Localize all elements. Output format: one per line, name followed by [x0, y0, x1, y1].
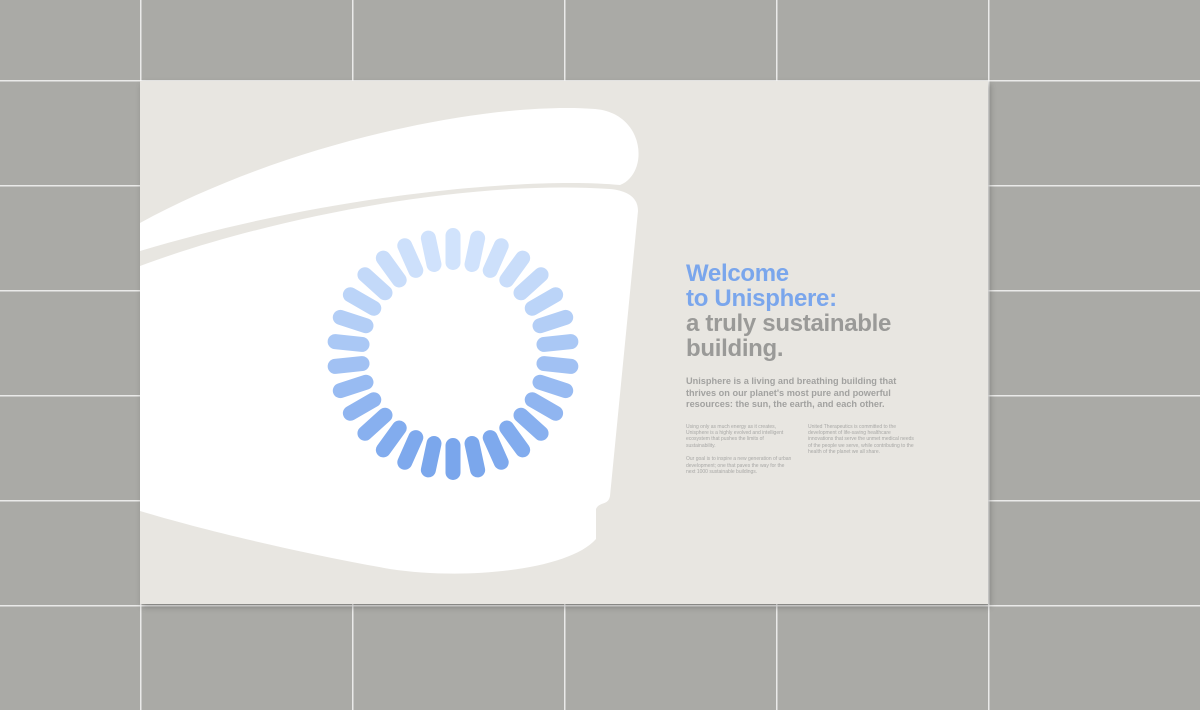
- body-left-paragraph-1: Using only as much energy as it creates,…: [686, 423, 784, 449]
- lead-paragraph: Unisphere is a living and breathing buil…: [686, 376, 897, 409]
- headline-line-1: Welcome: [686, 260, 789, 287]
- body-left-paragraph-2: Our goal is to inspire a new generation …: [686, 456, 792, 475]
- headline-line-4: building.: [686, 335, 784, 362]
- headline-line-2: to Unisphere:: [686, 285, 837, 312]
- building-body: [140, 187, 638, 574]
- body-column-right: United Therapeutics is committed to the …: [808, 424, 916, 483]
- body-columns: Using only as much energy as it creates,…: [686, 424, 916, 483]
- body-column-left: Using only as much energy as it creates,…: [686, 424, 794, 483]
- sign-panel: Welcome to Unisphere: a truly sustainabl…: [140, 81, 988, 604]
- sunburst-segment: [445, 228, 461, 270]
- sunburst-segment: [445, 438, 461, 480]
- body-right-paragraph-1: United Therapeutics is committed to the …: [808, 423, 914, 456]
- headline: Welcome to Unisphere: a truly sustainabl…: [686, 261, 946, 361]
- text-block: Welcome to Unisphere: a truly sustainabl…: [686, 261, 946, 482]
- headline-line-3: a truly sustainable: [686, 310, 892, 337]
